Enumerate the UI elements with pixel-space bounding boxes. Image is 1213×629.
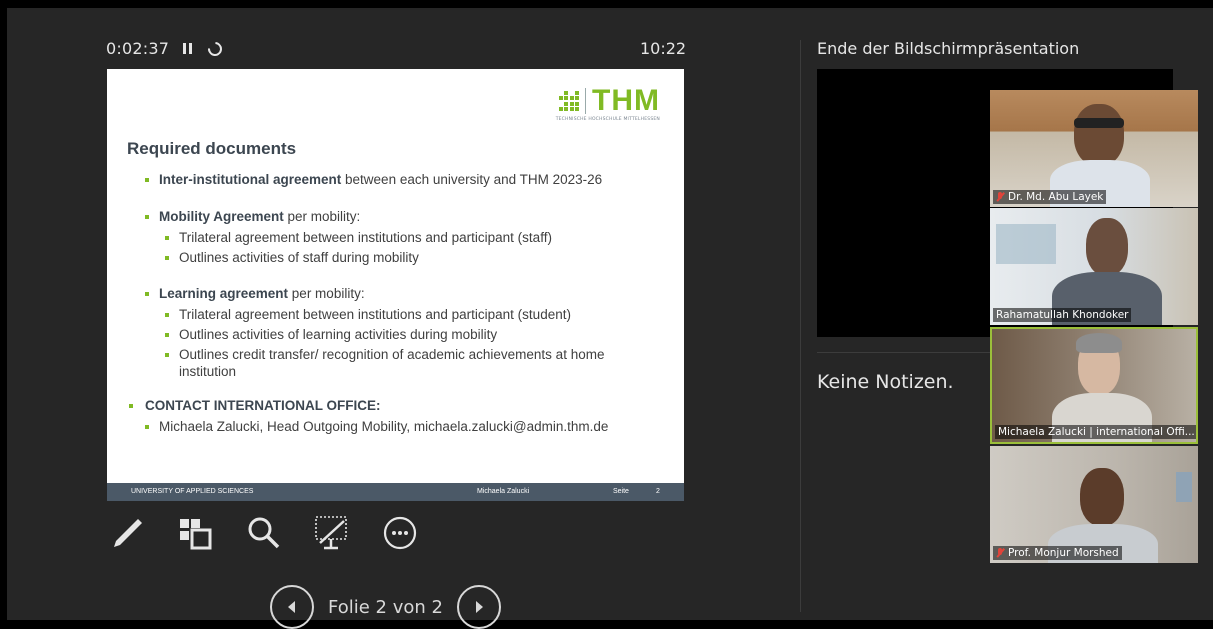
- slide-body: Required documents Inter-institutional a…: [127, 139, 667, 439]
- next-slide-title: Ende der Bildschirmpräsentation: [817, 39, 1080, 58]
- pause-icon[interactable]: [183, 43, 193, 54]
- more-options-icon[interactable]: [380, 513, 420, 553]
- all-slides-icon[interactable]: [176, 513, 216, 553]
- thm-logo-mark: [558, 90, 580, 112]
- footer-institution: UNIVERSITY OF APPLIED SCIENCES: [131, 488, 254, 495]
- sub-list-item: Outlines activities of learning activiti…: [127, 326, 667, 343]
- list-item: Mobility Agreement per mobility:: [127, 208, 667, 225]
- footer-page-number: 2: [656, 488, 660, 495]
- participant-name: Dr. Md. Abu Layek: [993, 190, 1107, 204]
- black-screen-icon[interactable]: [312, 513, 352, 553]
- participant-name: Rahamatullah Khondoker: [993, 308, 1132, 322]
- current-slide: THM TECHNISCHE HOCHSCHULE MITTELHESSEN R…: [107, 69, 684, 501]
- thm-logo-word: THM: [592, 84, 660, 117]
- thm-logo: THM TECHNISCHE HOCHSCHULE MITTELHESSEN: [555, 84, 660, 123]
- video-tile[interactable]: Rahamatullah Khondoker: [990, 208, 1198, 325]
- speaker-notes: Keine Notizen.: [817, 371, 954, 393]
- thm-logo-subtitle: TECHNISCHE HOCHSCHULE MITTELHESSEN: [555, 117, 660, 122]
- presenter-toolbar: [108, 513, 420, 553]
- sub-list-item: Trilateral agreement between institution…: [127, 229, 667, 246]
- sub-list-item: Outlines credit transfer/ recognition of…: [127, 346, 667, 380]
- sub-list-item: Outlines activities of staff during mobi…: [127, 249, 667, 266]
- slide-navigation: Folie 2 von 2: [270, 585, 501, 629]
- chevron-left-icon: [288, 601, 295, 613]
- participant-name: Michaela Zalucki | international Offi...: [995, 425, 1196, 439]
- pane-divider[interactable]: [800, 40, 801, 612]
- next-slide-button[interactable]: [456, 585, 501, 629]
- list-item: Inter-institutional agreement between ea…: [127, 171, 667, 188]
- list-item: Michaela Zalucki, Head Outgoing Mobility…: [127, 418, 667, 435]
- footer-presenter: Michaela Zalucki: [477, 488, 530, 495]
- sub-list-item: Trilateral agreement between institution…: [127, 306, 667, 323]
- list-item: Learning agreement per mobility:: [127, 285, 667, 302]
- slide-title: Required documents: [127, 139, 297, 158]
- video-tile[interactable]: Michaela Zalucki | international Offi...: [990, 327, 1198, 444]
- chevron-right-icon: [475, 601, 483, 613]
- pen-icon[interactable]: [108, 513, 148, 553]
- current-time: 10:22: [640, 39, 687, 58]
- footer-page-label: Seite: [613, 488, 629, 495]
- zoom-icon[interactable]: [244, 513, 284, 553]
- video-tile[interactable]: Dr. Md. Abu Layek: [990, 90, 1198, 207]
- slide-counter: Folie 2 von 2: [328, 596, 443, 618]
- restart-timer-icon[interactable]: [205, 38, 225, 59]
- mic-off-icon: [996, 548, 1004, 558]
- elapsed-time: 0:02:37: [106, 39, 170, 58]
- participant-name: Prof. Monjur Morshed: [993, 546, 1122, 560]
- previous-slide-button[interactable]: [270, 585, 314, 629]
- video-tile[interactable]: Prof. Monjur Morshed: [990, 446, 1198, 563]
- slide-footer: UNIVERSITY OF APPLIED SCIENCES Michaela …: [107, 483, 684, 501]
- mic-off-icon: [996, 192, 1004, 202]
- presentation-timer: 0:02:37: [106, 38, 225, 59]
- list-item: CONTACT INTERNATIONAL OFFICE:: [127, 397, 667, 414]
